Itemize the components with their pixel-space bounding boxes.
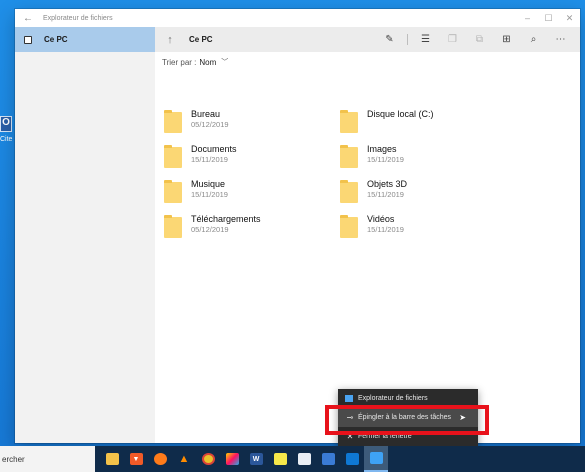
folder-date: 15/11/2019	[367, 155, 404, 164]
folder-item-bureau[interactable]: Bureau 05/12/2019	[164, 108, 334, 138]
window-controls: – ☐ ✕	[517, 9, 580, 27]
chrome-taskbar-icon[interactable]	[196, 446, 220, 472]
folder-name: Images	[367, 144, 397, 154]
sidebar-item-label: Ce PC	[44, 35, 68, 44]
folder-item-disque-local[interactable]: Disque local (C:)	[340, 108, 510, 138]
folder-name: Musique	[191, 179, 226, 189]
folder-date: 15/11/2019	[191, 155, 228, 164]
chevron-down-icon: ﹀	[221, 59, 229, 66]
toolbar-divider	[407, 34, 408, 45]
word-taskbar-icon[interactable]: W	[244, 446, 268, 472]
taskbar-apps: ▼ ▲ W	[100, 446, 388, 472]
folder-item-objets-3d[interactable]: Objets 3D 15/11/2019	[340, 178, 510, 208]
up-arrow-icon[interactable]: ↑	[155, 34, 181, 46]
people-taskbar-icon[interactable]	[316, 446, 340, 472]
sidebar-item-ce-pc[interactable]: Ce PC	[15, 27, 155, 52]
pc-icon	[24, 35, 32, 44]
folder-name: Vidéos	[367, 214, 395, 224]
sort-label: Trier par :	[162, 57, 197, 67]
folder-icon	[164, 215, 182, 238]
paint-taskbar-icon[interactable]	[220, 446, 244, 472]
grid-view-icon[interactable]: ⊞	[493, 27, 520, 52]
pencil-icon[interactable]: ✎	[376, 27, 403, 52]
breadcrumb[interactable]: Ce PC	[189, 35, 376, 44]
more-icon[interactable]: ⋯	[547, 27, 574, 52]
copy-icon[interactable]: ⧉	[466, 27, 493, 52]
close-button[interactable]: ✕	[559, 9, 580, 27]
content-pane: ↑ Ce PC ✎ ☰ ❐ ⧉ ⊞ ⌕ ⋯ Trier par : Nom ﹀ …	[155, 27, 580, 443]
taskbar: ercher ▼ ▲ W	[0, 446, 585, 472]
window-title: Explorateur de fichiers	[43, 14, 113, 22]
file-explorer-window: ← Explorateur de fichiers – ☐ ✕ Ce PC ↑ …	[15, 9, 580, 443]
folder-icon	[164, 180, 182, 203]
title-bar: ← Explorateur de fichiers – ☐ ✕	[15, 9, 580, 27]
folder-icon	[345, 395, 353, 402]
folder-name: Objets 3D	[367, 179, 408, 189]
folder-date: 15/11/2019	[367, 190, 404, 199]
folder-name: Téléchargements	[191, 214, 261, 224]
folder-icon	[164, 145, 182, 168]
folder-date: 15/11/2019	[191, 190, 228, 199]
menu-item-label: Explorateur de fichiers	[358, 395, 428, 402]
drive-icon	[340, 110, 358, 133]
desktop-icon-label: Cite	[0, 136, 13, 143]
folder-icon	[164, 110, 182, 133]
minimize-button[interactable]: –	[517, 9, 538, 27]
search-icon[interactable]: ⌕	[520, 27, 547, 52]
taskbar-search-input[interactable]: ercher	[0, 446, 95, 472]
folder-name: Disque local (C:)	[367, 109, 434, 119]
brave-taskbar-icon[interactable]: ▼	[124, 446, 148, 472]
search-placeholder: ercher	[2, 454, 25, 464]
folder-date: 05/12/2019	[191, 225, 229, 234]
outlook-taskbar-icon[interactable]	[340, 446, 364, 472]
chart-taskbar-icon[interactable]	[292, 446, 316, 472]
sort-control[interactable]: Trier par : Nom ﹀	[155, 52, 580, 72]
app-icon: O	[0, 116, 12, 132]
folder-name: Bureau	[191, 109, 221, 119]
navigation-pane: Ce PC	[15, 27, 155, 443]
sort-value: Nom	[199, 57, 217, 67]
folder-item-images[interactable]: Images 15/11/2019	[340, 143, 510, 173]
toolbar: ↑ Ce PC ✎ ☰ ❐ ⧉ ⊞ ⌕ ⋯	[155, 27, 580, 52]
new-file-icon[interactable]: ❐	[439, 27, 466, 52]
sticky-notes-taskbar-icon[interactable]	[268, 446, 292, 472]
folder-icon	[340, 180, 358, 203]
file-explorer-active-taskbar-icon[interactable]	[364, 446, 388, 472]
folder-item-videos[interactable]: Vidéos 15/11/2019	[340, 213, 510, 243]
folder-date: 05/12/2019	[191, 120, 229, 129]
back-arrow-icon[interactable]: ←	[15, 13, 41, 24]
folder-date: 15/11/2019	[367, 225, 404, 234]
list-view-icon[interactable]: ☰	[412, 27, 439, 52]
folder-icon	[340, 215, 358, 238]
file-explorer-taskbar-icon[interactable]	[100, 446, 124, 472]
vlc-taskbar-icon[interactable]: ▲	[172, 446, 196, 472]
folder-item-musique[interactable]: Musique 15/11/2019	[164, 178, 334, 208]
folder-item-telechargements[interactable]: Téléchargements 05/12/2019	[164, 213, 334, 243]
firefox-taskbar-icon[interactable]	[148, 446, 172, 472]
maximize-button[interactable]: ☐	[538, 9, 559, 27]
folder-name: Documents	[191, 144, 237, 154]
folder-item-documents[interactable]: Documents 15/11/2019	[164, 143, 334, 173]
folder-icon	[340, 145, 358, 168]
annotation-highlight-box	[325, 405, 489, 435]
desktop-icon-partial[interactable]: O Cite	[0, 116, 16, 146]
